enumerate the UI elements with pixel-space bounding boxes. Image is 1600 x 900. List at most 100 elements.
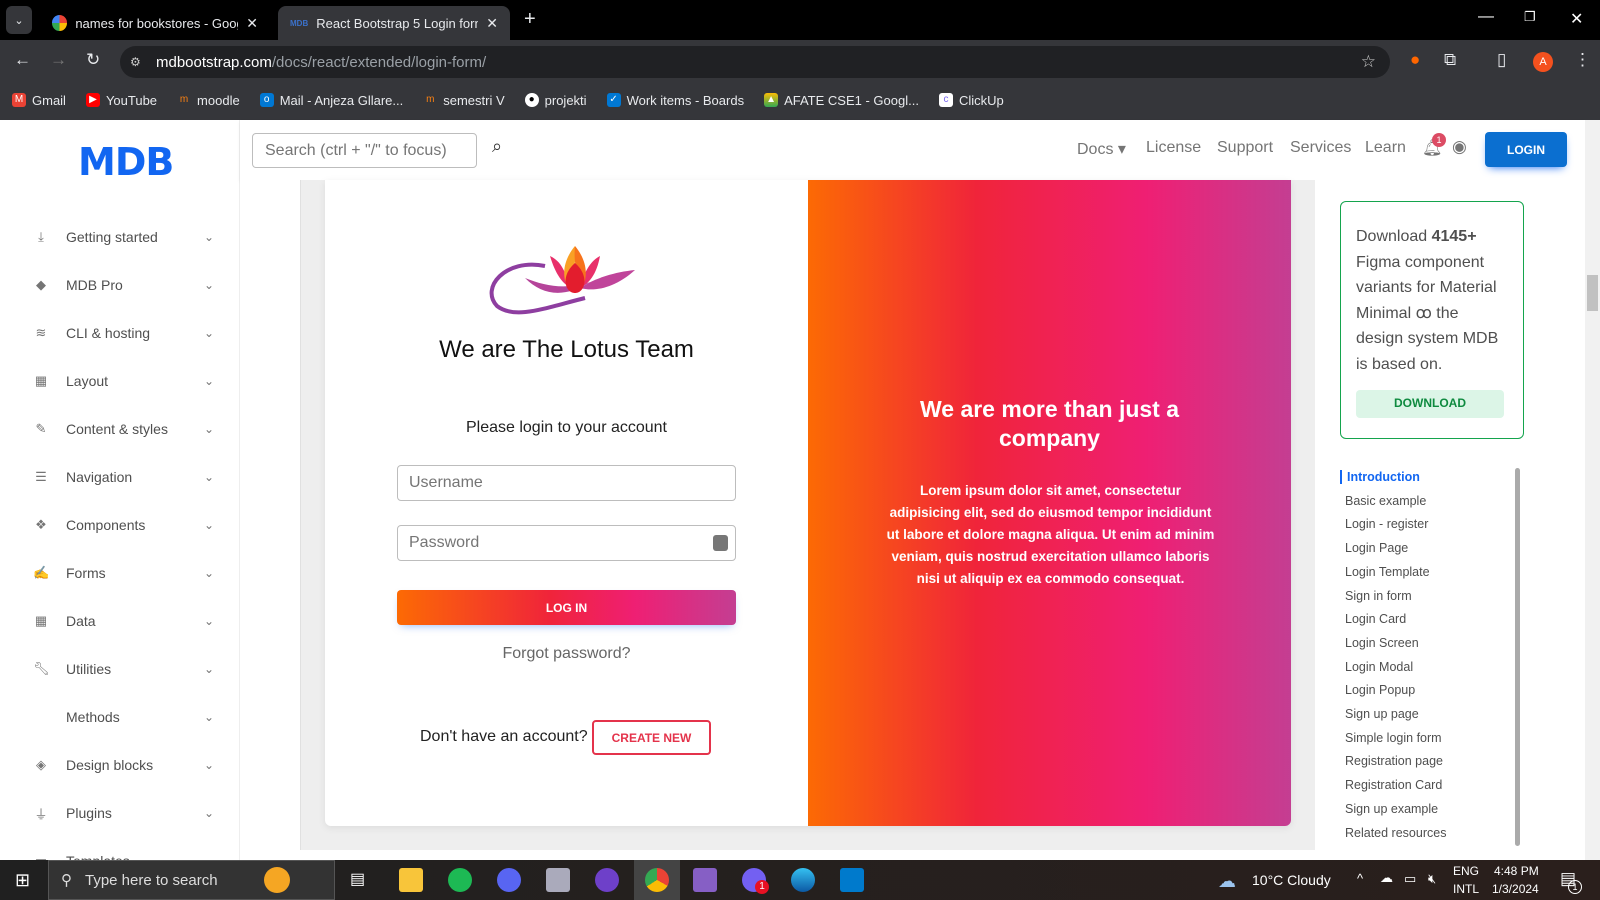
restore-icon[interactable]: ❐ <box>1524 9 1536 25</box>
battery-icon[interactable]: ▭ <box>1404 871 1416 887</box>
toc-link[interactable]: Sign up page <box>1345 707 1419 721</box>
toc-link[interactable]: Login Screen <box>1345 636 1419 650</box>
chevron-down-icon[interactable]: ⌄ <box>204 614 214 628</box>
mdb-logo[interactable]: MDB <box>78 140 174 184</box>
bookmark[interactable]: o Mail - Anjeza Gllare... <box>259 93 403 108</box>
sidebar-item[interactable]: ⤓ Getting started ⌄ <box>0 213 240 261</box>
password-input[interactable] <box>397 525 736 561</box>
sidebar-item[interactable]: ▦ Layout ⌄ <box>0 357 240 405</box>
extensions-icon[interactable]: ⧉ <box>1444 50 1456 70</box>
chevron-down-icon[interactable]: ⌄ <box>204 326 214 340</box>
sidebar-item[interactable]: 🔧︎ Utilities ⌄ <box>0 645 240 693</box>
sidebar-item[interactable]: ⏚ Plugins ⌄ <box>0 789 240 837</box>
side-panel-icon[interactable]: ▯ <box>1497 50 1506 70</box>
log-in-button[interactable]: LOG IN <box>397 590 736 625</box>
bookmark[interactable]: m moodle <box>177 93 240 108</box>
chevron-down-icon[interactable]: ⌄ <box>204 470 214 484</box>
nav-license[interactable]: License <box>1146 139 1201 157</box>
password-manager-icon[interactable] <box>713 535 728 551</box>
username-input[interactable] <box>397 465 736 501</box>
edge-icon[interactable] <box>791 868 815 892</box>
toc-link[interactable]: Login Card <box>1345 612 1406 626</box>
sidebar-item[interactable]: ◈ Design blocks ⌄ <box>0 741 240 789</box>
bookmark-star-icon[interactable]: ☆ <box>1361 52 1376 72</box>
toc-link[interactable]: Login Popup <box>1345 683 1415 697</box>
sidebar-item[interactable]: ✎ Content & styles ⌄ <box>0 405 240 453</box>
github-icon[interactable]: ◉ <box>1452 137 1467 157</box>
forward-icon[interactable]: → <box>50 50 67 70</box>
onedrive-icon[interactable]: ☁ <box>1380 870 1393 886</box>
back-icon[interactable]: ← <box>14 50 31 70</box>
toc-link[interactable]: Sign up example <box>1345 802 1438 816</box>
toc-link[interactable]: Related resources <box>1345 826 1446 840</box>
scrollbar-thumb[interactable] <box>1587 275 1598 311</box>
nav-learn[interactable]: Learn <box>1365 139 1406 157</box>
bookmark[interactable]: ▶ YouTube <box>85 93 157 108</box>
sidebar-item[interactable]: ≋ CLI & hosting ⌄ <box>0 309 240 357</box>
chevron-down-icon[interactable]: ⌄ <box>204 710 214 724</box>
sidebar-item[interactable]: ✍ Forms ⌄ <box>0 549 240 597</box>
volume-muted-icon[interactable]: 🔇︎ <box>1428 871 1436 887</box>
sidebar-item[interactable]: ☰ Navigation ⌄ <box>0 453 240 501</box>
login-button[interactable]: LOGIN <box>1485 132 1567 167</box>
chevron-up-icon[interactable]: ^ <box>1357 871 1363 886</box>
close-window-icon[interactable]: ✕ <box>1570 9 1583 29</box>
address-bar[interactable]: ⚙ mdbootstrap.com/docs/react/extended/lo… <box>120 46 1390 78</box>
chevron-down-icon[interactable]: ⌄ <box>204 518 214 532</box>
chevron-down-icon[interactable]: ⌄ <box>204 806 214 820</box>
discord-icon[interactable] <box>497 868 521 892</box>
chevron-down-icon[interactable]: ⌄ <box>204 566 214 580</box>
close-tab-icon[interactable]: ✕ <box>486 15 498 32</box>
toc-link[interactable]: Sign in form <box>1345 589 1412 603</box>
forgot-password-link[interactable]: Forgot password? <box>325 645 808 663</box>
chrome-icon[interactable] <box>645 868 669 892</box>
extension-fire-icon[interactable]: ● <box>1410 50 1420 70</box>
sidebar-item[interactable]: ❖ Components ⌄ <box>0 501 240 549</box>
close-tab-icon[interactable]: ✕ <box>246 15 258 32</box>
tab-search-button[interactable]: ⌄ <box>6 6 32 34</box>
toc-scrollbar[interactable] <box>1515 468 1520 846</box>
spotify-icon[interactable] <box>448 868 472 892</box>
task-view-icon[interactable]: ▤ <box>350 869 365 889</box>
menu-icon[interactable]: ⋮ <box>1574 50 1591 70</box>
nav-docs[interactable]: Docs ▾ <box>1077 139 1126 159</box>
bookmark[interactable]: ✓ Work items - Boards <box>606 93 744 108</box>
site-info-icon[interactable]: ⚙ <box>130 55 141 69</box>
sidebar-item[interactable]: Methods ⌄ <box>0 693 240 741</box>
file-explorer-icon[interactable] <box>399 868 423 892</box>
nav-services[interactable]: Services <box>1290 139 1351 157</box>
create-new-button[interactable]: CREATE NEW <box>592 720 711 755</box>
bookmark[interactable]: m semestri V <box>423 93 505 108</box>
sidebar-item[interactable]: ◆ MDB Pro ⌄ <box>0 261 240 309</box>
clock-date[interactable]: 1/3/2024 <box>1492 882 1539 896</box>
download-button[interactable]: DOWNLOAD <box>1356 390 1504 418</box>
toc-link[interactable]: Login - register <box>1345 517 1428 531</box>
toc-link[interactable]: Registration Card <box>1345 778 1442 792</box>
bookmark[interactable]: ● projekti <box>524 93 587 108</box>
tab-google[interactable]: names for bookstores - Google ✕ <box>40 6 270 40</box>
chevron-down-icon[interactable]: ⌄ <box>204 422 214 436</box>
toc-link[interactable]: Login Page <box>1345 541 1408 555</box>
clock-time[interactable]: 4:48 PM <box>1494 864 1539 878</box>
toc-link[interactable]: Login Modal <box>1345 660 1413 674</box>
reload-icon[interactable]: ↻ <box>86 50 100 70</box>
windows-start-icon[interactable]: ⊞ <box>15 870 30 891</box>
chevron-down-icon[interactable]: ⌄ <box>204 662 214 676</box>
task-manager-icon[interactable] <box>546 868 570 892</box>
nav-support[interactable]: Support <box>1217 139 1273 157</box>
language-2[interactable]: INTL <box>1453 882 1479 896</box>
chevron-down-icon[interactable]: ⌄ <box>204 230 214 244</box>
tab-mdb[interactable]: MDB React Bootstrap 5 Login form - ✕ <box>278 6 510 40</box>
bookmark[interactable]: c ClickUp <box>938 93 1004 108</box>
minimize-icon[interactable]: — <box>1478 8 1494 26</box>
bookmark[interactable]: M Gmail <box>12 93 66 108</box>
toc-link[interactable]: Simple login form <box>1345 731 1442 745</box>
toc-link[interactable]: Registration page <box>1345 754 1443 768</box>
toc-link[interactable]: Login Template <box>1345 565 1430 579</box>
chevron-down-icon[interactable]: ⌄ <box>204 374 214 388</box>
visual-studio-icon[interactable] <box>693 868 717 892</box>
toc-link[interactable]: Introduction <box>1340 470 1420 484</box>
sidebar-item[interactable]: ▦ Data ⌄ <box>0 597 240 645</box>
search-icon[interactable]: ⌕ <box>492 136 502 157</box>
taskbar-search[interactable]: ⚲ Type here to search <box>48 860 335 900</box>
